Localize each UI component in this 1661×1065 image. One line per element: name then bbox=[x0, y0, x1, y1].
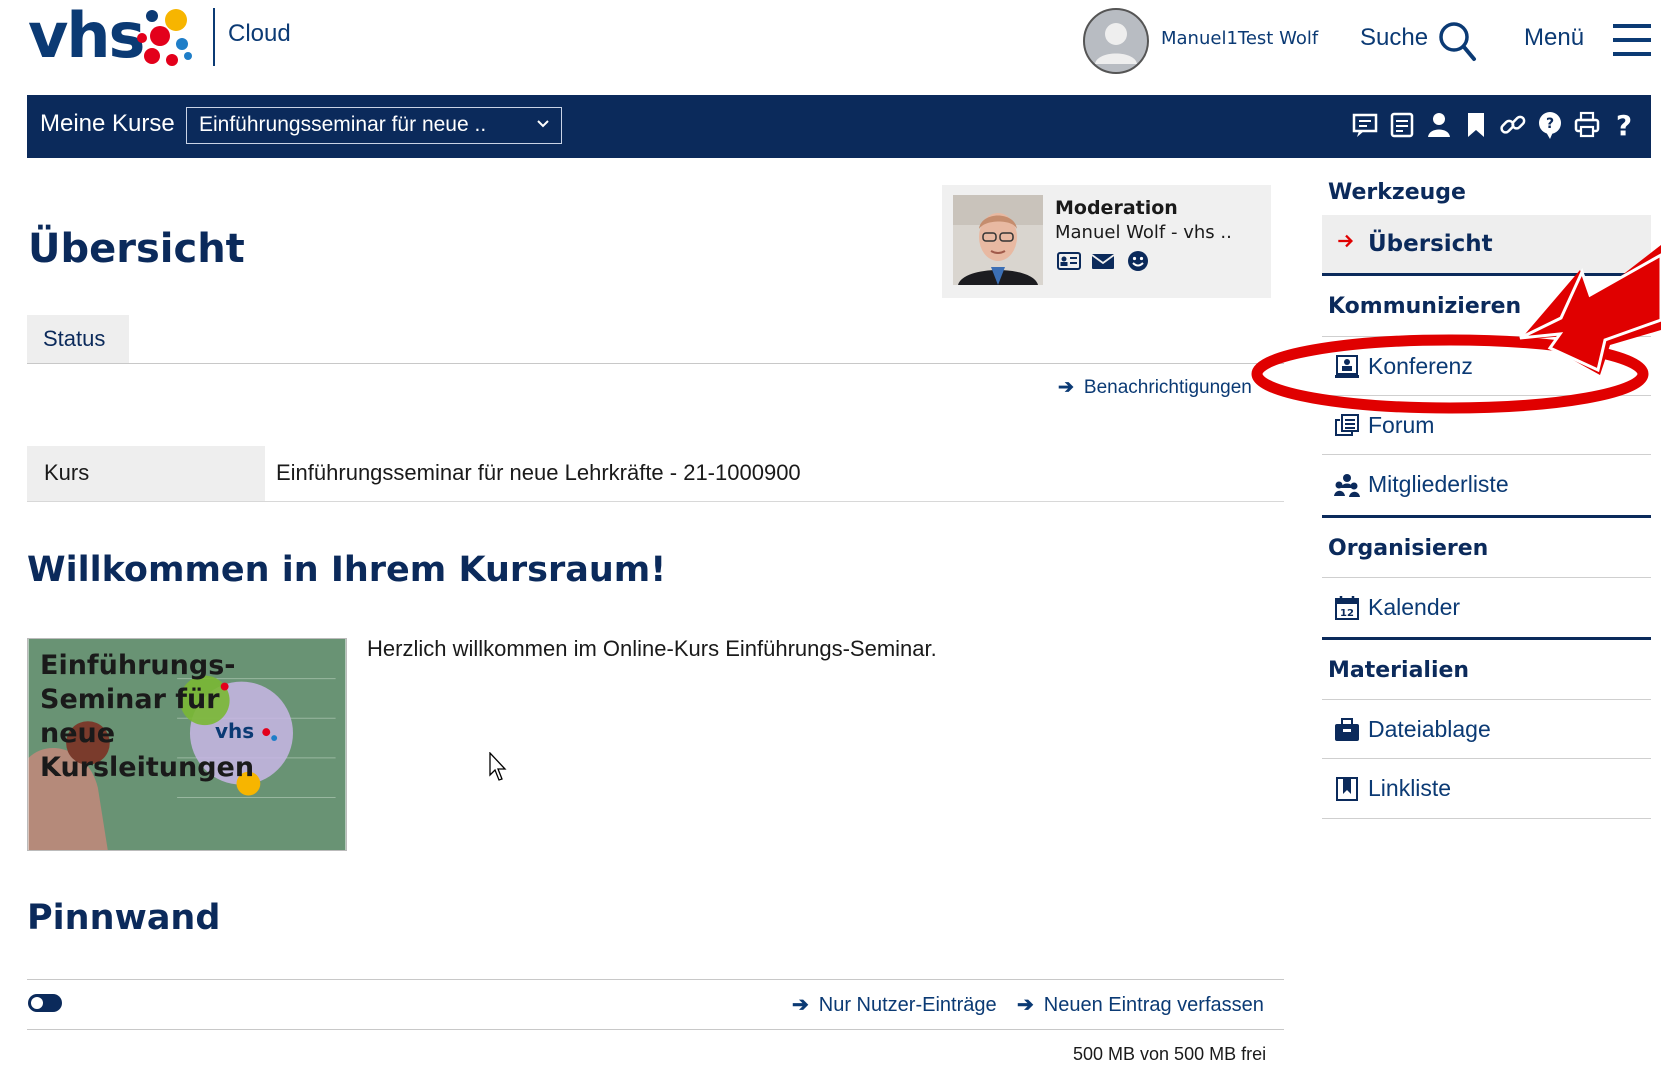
course-image-logo: vhs bbox=[215, 719, 255, 743]
search-label[interactable]: Suche bbox=[1360, 24, 1428, 52]
pinnwand-divider-top bbox=[27, 979, 1284, 980]
sidebar-item-label: Konferenz bbox=[1368, 353, 1473, 379]
svg-text:?: ? bbox=[1616, 110, 1632, 140]
sidebar-item-label: Kalender bbox=[1368, 594, 1461, 620]
user-entries-link-label: Nur Nutzer-Einträge bbox=[818, 994, 997, 1016]
menu-label[interactable]: Menü bbox=[1524, 24, 1584, 52]
sidebar-divider bbox=[1322, 273, 1651, 276]
annotation-overlay bbox=[1251, 245, 1661, 414]
smiley-icon[interactable] bbox=[1126, 250, 1150, 272]
pinnwand-divider-bottom bbox=[27, 1029, 1284, 1030]
bookmark-icon[interactable] bbox=[1462, 110, 1490, 140]
moderation-title: Moderation bbox=[1055, 197, 1178, 219]
kurs-label: Kurs bbox=[27, 446, 265, 501]
kurs-value: Einführungsseminar für neue Lehrkräfte -… bbox=[276, 460, 801, 485]
sidebar-item-label: Mitgliederliste bbox=[1368, 471, 1509, 497]
sidebar-item-konferenz[interactable]: Konferenz bbox=[1322, 337, 1651, 395]
pinnwand-heading: Pinnwand bbox=[27, 898, 221, 938]
logo-separator bbox=[213, 8, 215, 66]
arrow-right-icon bbox=[1338, 234, 1354, 248]
calendar-icon: 12 bbox=[1335, 596, 1359, 620]
bookmark-list-icon bbox=[1336, 777, 1358, 801]
conference-icon bbox=[1335, 355, 1359, 378]
sidebar-heading-organisieren: Organisieren bbox=[1328, 536, 1489, 561]
course-image-line-4: Kursleitungen bbox=[40, 752, 255, 783]
file-box-icon bbox=[1335, 718, 1359, 741]
sidebar-item-label: Dateiablage bbox=[1368, 716, 1491, 742]
course-image-line-2: Seminar für bbox=[40, 684, 220, 715]
envelope-icon[interactable] bbox=[1091, 250, 1115, 272]
page-title: Übersicht bbox=[28, 226, 245, 272]
svg-text:?: ? bbox=[1546, 116, 1554, 132]
notifications-link[interactable]: ➔ Benachrichtigungen bbox=[1058, 376, 1252, 399]
sidebar-item-label: Übersicht bbox=[1368, 231, 1493, 257]
calendar-icon-day: 12 bbox=[1340, 608, 1354, 619]
arrow-right-icon: ➔ bbox=[1058, 377, 1074, 398]
arrow-right-icon: ➔ bbox=[1017, 994, 1034, 1016]
welcome-heading: Willkommen in Ihrem Kursraum! bbox=[27, 550, 667, 590]
hamburger-menu-icon[interactable] bbox=[1613, 22, 1651, 58]
welcome-text: Herzlich willkommen im Online-Kurs Einfü… bbox=[367, 636, 937, 661]
tab-divider bbox=[27, 363, 1284, 364]
vhs-logo-dots-icon bbox=[137, 9, 192, 66]
sidebar-heading-kommunizieren: Kommunizieren bbox=[1328, 294, 1522, 319]
sidebar-item-mitgliederliste[interactable]: Mitgliederliste bbox=[1322, 455, 1651, 513]
sidebar-item-dateiablage[interactable]: Dateiablage bbox=[1322, 700, 1651, 758]
cloud-label: Cloud bbox=[228, 20, 291, 47]
tab-status[interactable]: Status bbox=[27, 315, 129, 363]
forum-icon bbox=[1335, 414, 1359, 436]
search-icon[interactable] bbox=[1437, 19, 1477, 63]
mouse-cursor-icon bbox=[489, 752, 507, 781]
user-icon[interactable] bbox=[1425, 110, 1453, 140]
chevron-down-icon bbox=[537, 120, 549, 128]
sidebar-item-uebersicht[interactable]: Übersicht bbox=[1322, 215, 1651, 273]
notifications-link-label: Benachrichtigungen bbox=[1083, 377, 1252, 398]
arrow-right-icon: ➔ bbox=[792, 994, 809, 1016]
moderator-photo[interactable] bbox=[953, 195, 1043, 285]
storage-info: 500 MB von 500 MB frei bbox=[1073, 1044, 1267, 1064]
course-select-value: Einführungsseminar für neue .. bbox=[199, 113, 487, 136]
help-bubble-icon[interactable]: ? bbox=[1536, 110, 1564, 140]
toggle-knob bbox=[31, 997, 43, 1009]
vcard-icon[interactable] bbox=[1057, 250, 1081, 272]
course-image-line-1: Einführungs- bbox=[40, 650, 236, 681]
sidebar-heading-materialien: Materialien bbox=[1328, 658, 1470, 683]
pinnwand-toggle[interactable] bbox=[28, 994, 62, 1012]
sidebar-item-label: Forum bbox=[1368, 412, 1435, 438]
my-courses-label: Meine Kurse bbox=[40, 110, 175, 137]
course-image: Einführungs- Seminar für neue Kursleitun… bbox=[27, 638, 347, 851]
question-icon[interactable]: ? bbox=[1610, 110, 1638, 140]
user-entries-link[interactable]: ➔ Nur Nutzer-Einträge bbox=[792, 992, 997, 1017]
sidebar-item-linkliste[interactable]: Linkliste bbox=[1322, 759, 1651, 817]
username[interactable]: Manuel1Test Wolf bbox=[1161, 28, 1318, 49]
chat-icon[interactable] bbox=[1351, 110, 1379, 140]
sidebar-divider bbox=[1322, 515, 1651, 518]
new-entry-link-label: Neuen Eintrag verfassen bbox=[1043, 994, 1264, 1016]
user-avatar[interactable] bbox=[1083, 8, 1149, 74]
person-silhouette-icon bbox=[1095, 23, 1137, 64]
print-icon[interactable] bbox=[1573, 110, 1601, 140]
moderator-name[interactable]: Manuel Wolf - vhs .. bbox=[1055, 222, 1232, 243]
sidebar-item-kalender[interactable]: 12 Kalender bbox=[1322, 578, 1651, 636]
sidebar-divider bbox=[1322, 818, 1651, 819]
new-entry-link[interactable]: ➔ Neuen Eintrag verfassen bbox=[1017, 992, 1264, 1017]
sidebar-item-label: Linkliste bbox=[1368, 775, 1452, 801]
kurs-divider bbox=[27, 501, 1284, 502]
members-icon bbox=[1334, 474, 1360, 497]
notes-icon[interactable] bbox=[1388, 110, 1416, 140]
sidebar-item-forum[interactable]: Forum bbox=[1322, 396, 1651, 454]
sidebar-heading-werkzeuge: Werkzeuge bbox=[1328, 180, 1466, 205]
sidebar-divider bbox=[1322, 637, 1651, 640]
vhs-logo-text[interactable]: vhs bbox=[28, 0, 145, 72]
course-select[interactable]: Einführungsseminar für neue .. bbox=[186, 107, 562, 144]
link-icon[interactable] bbox=[1499, 110, 1527, 140]
